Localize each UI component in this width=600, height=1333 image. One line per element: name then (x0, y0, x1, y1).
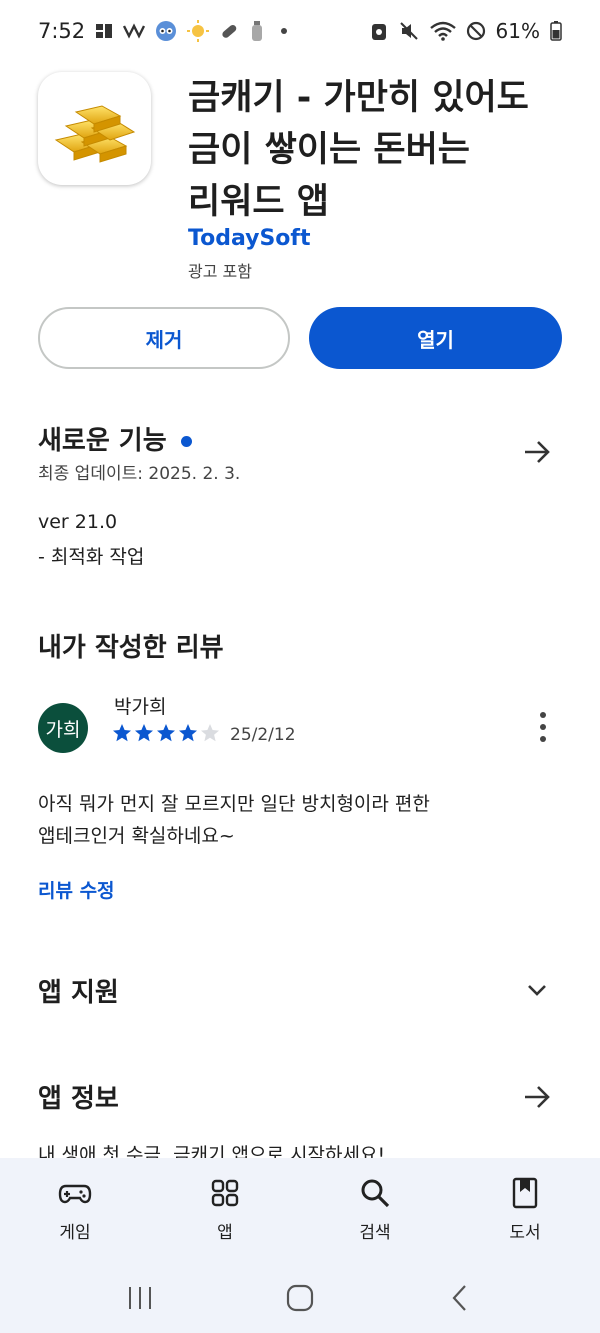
edit-review-link[interactable]: 리뷰 수정 (38, 876, 115, 903)
mute-icon (398, 20, 420, 42)
nav-item-apps[interactable]: 앱 (150, 1158, 300, 1253)
nav-item-games[interactable]: 게임 (0, 1158, 150, 1253)
nav-label: 도서 (509, 1223, 541, 1243)
back-icon[interactable] (445, 1283, 475, 1313)
app-title-line: 금캐기 - 가만히 있어도 (188, 78, 529, 118)
battery-percent: 61% (495, 19, 540, 43)
search-icon (361, 1179, 390, 1208)
review-text-line: 앱테크인거 확실하네요~ (38, 825, 235, 847)
review-text: 아직 뭐가 먼지 잘 모르지만 일단 방치형이라 편한 앱테크인거 확실하네요~ (38, 788, 558, 852)
character-icon (155, 20, 177, 42)
alarm-icon (370, 21, 388, 41)
ads-label: 광고 포함 (188, 262, 252, 281)
nav-item-books[interactable]: 도서 (450, 1158, 600, 1253)
wifi-icon (429, 21, 456, 41)
uninstall-button[interactable]: 제거 (38, 307, 290, 369)
home-icon[interactable] (285, 1283, 315, 1313)
review-date: 25/2/12 (230, 725, 296, 745)
bottle-icon (249, 20, 265, 42)
sun-icon (187, 20, 210, 42)
book-icon (512, 1177, 538, 1209)
nav-label: 게임 (59, 1223, 91, 1243)
open-button[interactable]: 열기 (309, 307, 562, 369)
gamepad-icon (58, 1184, 92, 1204)
last-updated: 최종 업데이트: 2025. 2. 3. (38, 464, 241, 484)
nav-label: 검색 (359, 1223, 391, 1243)
my-review-title: 내가 작성한 리뷰 (38, 633, 224, 663)
update-note: - 최적화 작업 (38, 546, 145, 568)
star-filled-icon (157, 724, 175, 742)
new-indicator-dot (180, 436, 192, 447)
app-title: 금캐기 - 가만히 있어도 금이 쌓이는 돈버는 리워드 앱 (188, 72, 568, 228)
apps-grid-icon (211, 1179, 239, 1207)
star-empty-icon (201, 724, 219, 742)
bottom-area: 게임 앱 검색 도서 (0, 1158, 600, 1333)
star-filled-icon (135, 724, 153, 742)
more-options-icon[interactable] (530, 712, 556, 742)
whats-new-arrow-icon[interactable] (522, 437, 552, 467)
whats-new-title: 새로운 기능 (38, 426, 167, 456)
nav-item-search[interactable]: 검색 (300, 1158, 450, 1253)
reviewer-name: 박가희 (114, 696, 167, 718)
review-text-line: 아직 뭐가 먼지 잘 모르지만 일단 방치형이라 편한 (38, 793, 430, 815)
star-filled-icon (113, 724, 131, 742)
app-notification-icon (123, 23, 146, 39)
status-bar: 7:52 61% (0, 0, 600, 62)
system-nav-bar (0, 1268, 600, 1328)
app-info-arrow-icon[interactable] (522, 1082, 552, 1112)
app-icon (38, 72, 151, 185)
developer-link[interactable]: TodaySoft (188, 226, 311, 251)
star-rating (112, 723, 220, 743)
avatar: 가희 (38, 703, 88, 753)
pill-icon (219, 21, 239, 41)
whats-new-header[interactable]: 새로운 기능 (38, 420, 192, 457)
bottom-nav: 게임 앱 검색 도서 (0, 1158, 600, 1253)
version-text: ver 21.0 (38, 511, 118, 533)
nav-label: 앱 (217, 1223, 233, 1243)
app-title-line: 금이 쌓이는 돈버는 (188, 130, 470, 170)
do-not-disturb-icon (466, 21, 486, 41)
notification-icon (95, 22, 113, 40)
chevron-down-icon[interactable] (524, 977, 550, 1003)
recent-apps-icon[interactable] (125, 1285, 155, 1311)
status-time: 7:52 (38, 19, 86, 43)
app-title-line: 리워드 앱 (188, 182, 329, 222)
star-filled-icon (179, 724, 197, 742)
app-support-title[interactable]: 앱 지원 (38, 972, 119, 1009)
gold-bars-icon (54, 104, 135, 163)
more-notifications-dot (281, 28, 288, 34)
battery-icon (550, 21, 562, 41)
app-info-title[interactable]: 앱 정보 (38, 1078, 119, 1115)
